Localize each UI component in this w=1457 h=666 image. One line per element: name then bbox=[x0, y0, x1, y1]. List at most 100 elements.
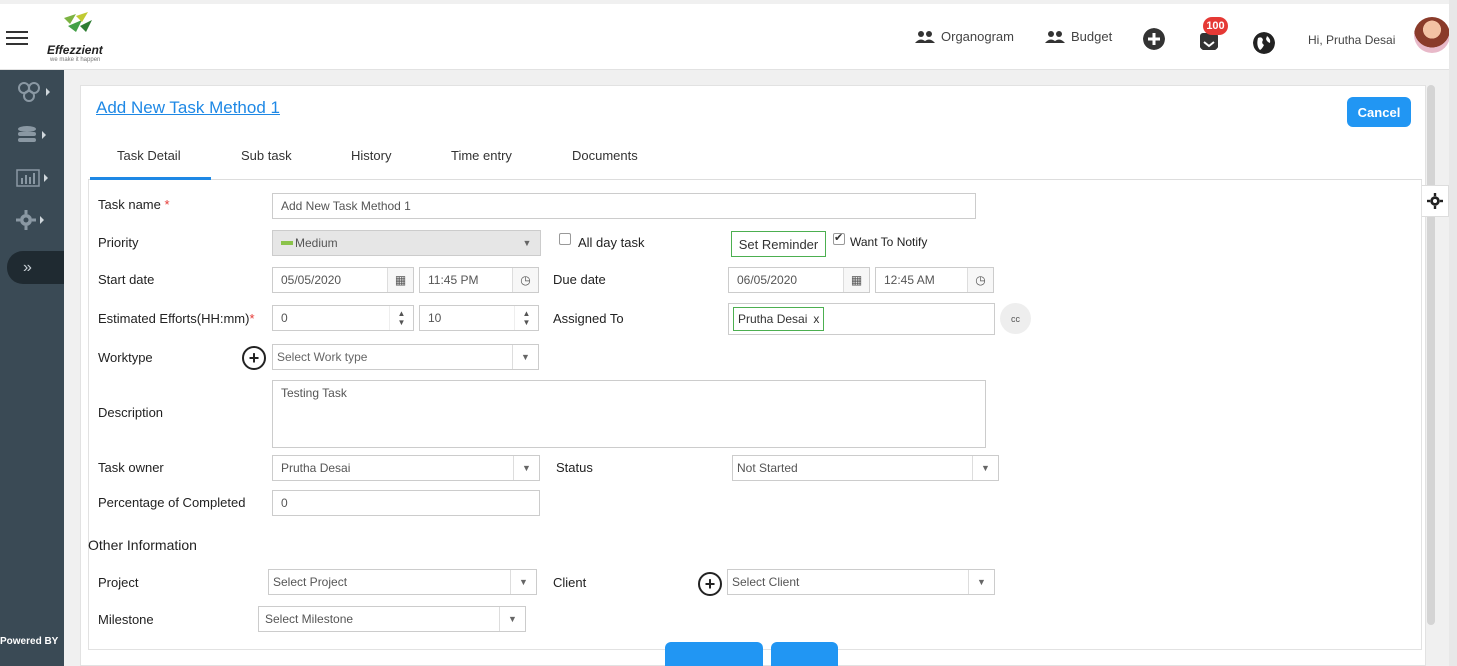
project-label: Project bbox=[98, 575, 139, 590]
start-date-value: 05/05/2020 bbox=[281, 273, 342, 287]
hamburger-menu-icon[interactable] bbox=[6, 31, 28, 45]
due-time-input[interactable]: 12:45 AM ◷ bbox=[875, 267, 994, 293]
chevron-down-icon: ▼ bbox=[522, 238, 532, 248]
sidebar-item-database[interactable] bbox=[16, 123, 52, 147]
client-label: Client bbox=[553, 575, 587, 590]
chart-icon bbox=[16, 169, 40, 187]
start-time-value: 11:45 PM bbox=[428, 273, 479, 287]
start-date-input[interactable]: 05/05/2020 ▦ bbox=[272, 267, 414, 293]
organogram-link[interactable]: Organogram bbox=[915, 29, 1014, 44]
people-icon bbox=[915, 30, 935, 43]
gear-icon bbox=[16, 210, 36, 230]
milestone-label: Milestone bbox=[98, 612, 154, 627]
other-information-heading: Other Information bbox=[88, 537, 197, 553]
milestone-select[interactable]: Select Milestone ▼ bbox=[258, 606, 526, 632]
logo-text: Effezzient bbox=[47, 43, 103, 57]
database-icon bbox=[18, 126, 36, 142]
add-worktype-icon[interactable]: + bbox=[242, 346, 266, 370]
worktype-label: Worktype bbox=[98, 350, 153, 365]
organogram-label: Organogram bbox=[941, 29, 1014, 44]
tab-documents[interactable]: Documents bbox=[572, 148, 638, 163]
save-close-button[interactable] bbox=[771, 642, 838, 666]
all-day-checkbox[interactable] bbox=[559, 233, 571, 245]
modules-icon bbox=[18, 82, 40, 102]
globe-icon[interactable] bbox=[1253, 32, 1275, 54]
gear-icon bbox=[1427, 193, 1443, 209]
budget-link[interactable]: Budget bbox=[1045, 29, 1112, 44]
task-name-input[interactable]: Add New Task Method 1 bbox=[272, 193, 976, 219]
due-date-input[interactable]: 06/05/2020 ▦ bbox=[728, 267, 870, 293]
project-select[interactable]: Select Project ▼ bbox=[268, 569, 537, 595]
all-day-label: All day task bbox=[578, 235, 645, 250]
stepper-arrows-icon[interactable]: ▲ ▼ bbox=[389, 306, 413, 330]
clock-icon[interactable]: ◷ bbox=[512, 268, 538, 292]
sidebar-item-reports[interactable] bbox=[16, 166, 52, 190]
cc-button[interactable]: cc bbox=[1000, 303, 1031, 334]
percentage-input[interactable]: 0 bbox=[272, 490, 540, 516]
worktype-select[interactable]: Select Work type ▼ bbox=[272, 344, 539, 370]
calendar-icon[interactable]: ▦ bbox=[387, 268, 413, 292]
budget-label: Budget bbox=[1071, 29, 1113, 44]
stepper-arrows-icon[interactable]: ▲ ▼ bbox=[514, 306, 538, 330]
top-bar: Effezzient we make it happen Organogram … bbox=[0, 4, 1457, 70]
description-label: Description bbox=[98, 405, 164, 420]
chevron-down-icon: ▼ bbox=[510, 570, 536, 594]
want-to-notify-label: Want To Notify bbox=[850, 235, 928, 249]
tab-sub-task[interactable]: Sub task bbox=[241, 148, 292, 163]
add-circle-icon[interactable] bbox=[1143, 28, 1165, 50]
status-value: Not Started bbox=[737, 461, 798, 475]
tab-task-detail[interactable]: Task Detail bbox=[117, 148, 181, 163]
priority-value: Medium bbox=[295, 236, 338, 250]
want-to-notify-checkbox[interactable] bbox=[833, 231, 845, 245]
chevron-down-icon: ▼ bbox=[968, 570, 994, 594]
sidebar-item-modules[interactable] bbox=[16, 80, 52, 104]
description-textarea[interactable]: Testing Task bbox=[272, 380, 986, 448]
assignee-tag-label: Prutha Desai bbox=[738, 312, 808, 326]
efforts-hours-value: 0 bbox=[281, 311, 288, 325]
percentage-label: Percentage of Completed bbox=[98, 495, 246, 510]
sidebar-expand-button[interactable]: » bbox=[7, 251, 64, 284]
logo-tagline: we make it happen bbox=[50, 57, 101, 63]
add-client-icon[interactable]: + bbox=[698, 572, 722, 596]
estimated-efforts-label: Estimated Efforts(HH:mm)* bbox=[98, 311, 255, 326]
card-scrollbar[interactable] bbox=[1427, 85, 1435, 625]
due-date-value: 06/05/2020 bbox=[737, 273, 798, 287]
efforts-hours-stepper[interactable]: 0 ▲ ▼ bbox=[272, 305, 414, 331]
worktype-placeholder: Select Work type bbox=[277, 350, 368, 364]
task-owner-select[interactable]: Prutha Desai ▼ bbox=[272, 455, 540, 481]
due-time-value: 12:45 AM bbox=[884, 273, 935, 287]
chevron-down-icon: ▼ bbox=[972, 456, 998, 480]
chevron-down-icon: ▼ bbox=[512, 345, 538, 369]
tab-time-entry[interactable]: Time entry bbox=[451, 148, 512, 163]
client-select[interactable]: Select Client ▼ bbox=[727, 569, 995, 595]
task-owner-label: Task owner bbox=[98, 460, 164, 475]
project-placeholder: Select Project bbox=[273, 575, 348, 589]
start-date-label: Start date bbox=[98, 272, 155, 287]
cancel-button[interactable]: Cancel bbox=[1347, 97, 1411, 127]
sidebar: » Powered BY bbox=[0, 70, 64, 666]
assigned-to-label: Assigned To bbox=[553, 311, 624, 326]
due-date-label: Due date bbox=[553, 272, 606, 287]
calendar-icon[interactable]: ▦ bbox=[843, 268, 869, 292]
efforts-minutes-stepper[interactable]: 10 ▲ ▼ bbox=[419, 305, 539, 331]
chevron-down-icon: ▼ bbox=[513, 456, 539, 480]
task-owner-value: Prutha Desai bbox=[281, 461, 351, 475]
clock-icon[interactable]: ◷ bbox=[967, 268, 993, 292]
milestone-placeholder: Select Milestone bbox=[265, 612, 354, 626]
user-avatar[interactable] bbox=[1414, 17, 1450, 53]
set-reminder-button[interactable]: Set Reminder bbox=[731, 231, 826, 257]
priority-select[interactable]: Medium ▼ bbox=[272, 230, 541, 256]
save-button[interactable] bbox=[665, 642, 763, 666]
chevron-down-icon: ▼ bbox=[499, 607, 525, 631]
priority-color-bar bbox=[281, 241, 293, 245]
sidebar-item-settings[interactable] bbox=[16, 208, 52, 232]
status-select[interactable]: Not Started ▼ bbox=[732, 455, 999, 481]
page-scrollbar-track[interactable] bbox=[1449, 0, 1457, 666]
tab-history[interactable]: History bbox=[351, 148, 391, 163]
user-greeting: Hi, Prutha Desai bbox=[1308, 33, 1396, 47]
page-title[interactable]: Add New Task Method 1 bbox=[96, 98, 280, 118]
client-placeholder: Select Client bbox=[732, 575, 800, 589]
settings-float-button[interactable] bbox=[1421, 185, 1449, 217]
start-time-input[interactable]: 11:45 PM ◷ bbox=[419, 267, 539, 293]
close-icon[interactable]: x bbox=[813, 312, 819, 326]
